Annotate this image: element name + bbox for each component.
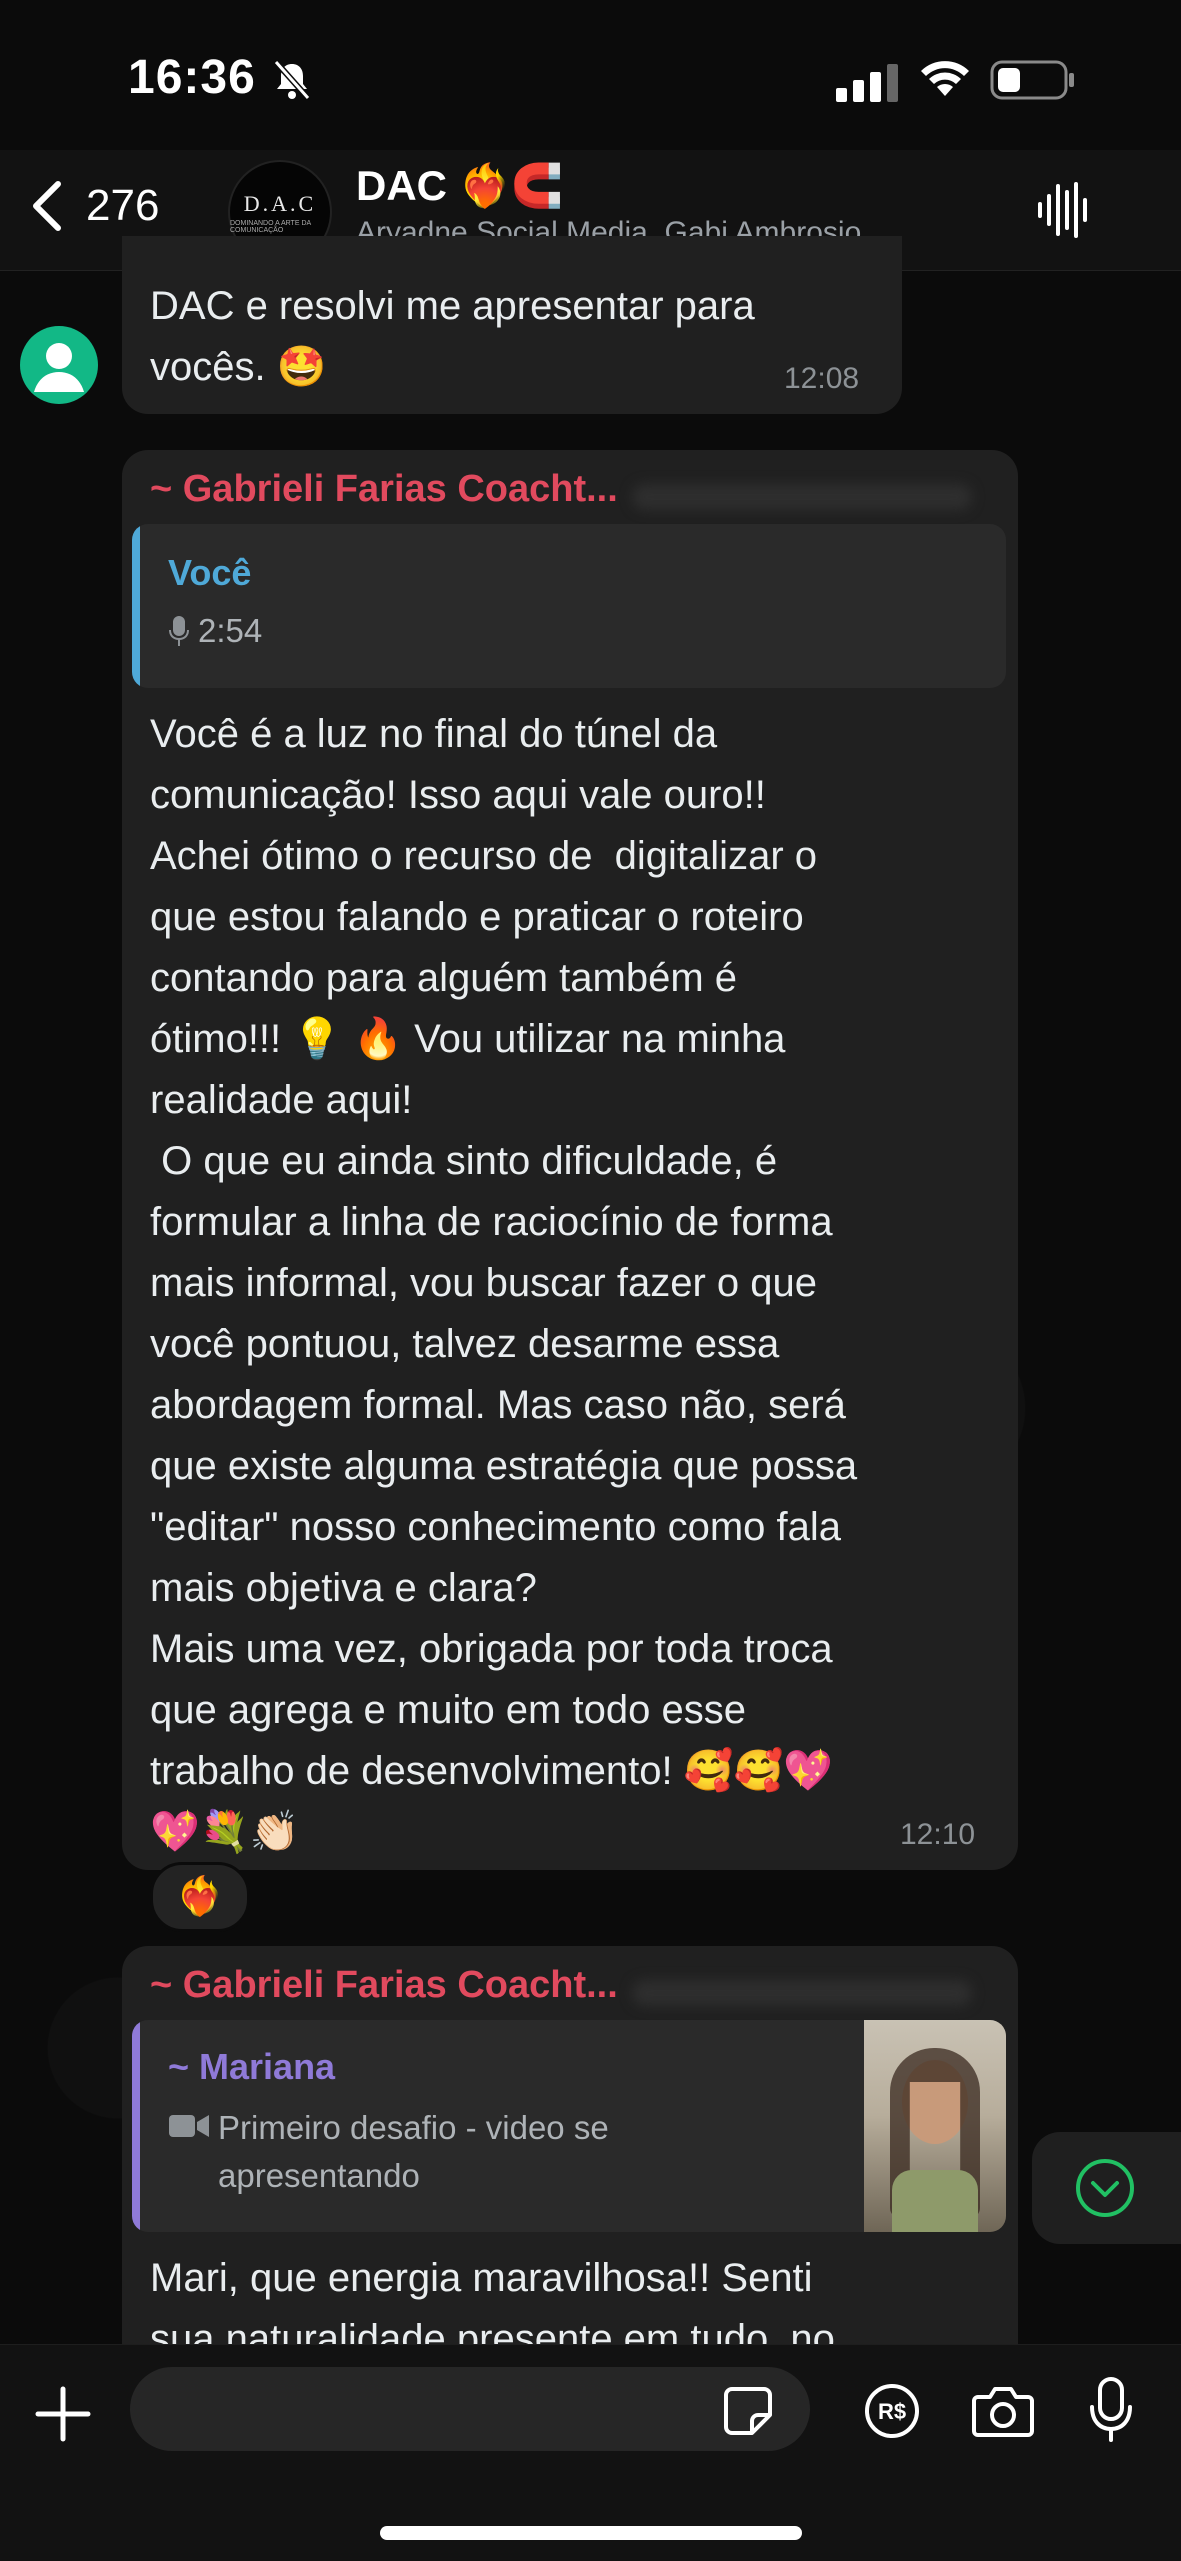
message-sender[interactable]: ~ Gabrieli Farias Coacht... [150, 1964, 618, 2006]
quote-caption: Primeiro desafio - video se apresentando [218, 2109, 609, 2194]
plus-icon[interactable] [34, 2385, 92, 2443]
quote-detail-row: Primeiro desafio - video se apresentando [168, 2104, 609, 2200]
quote-author: ~ Mariana [168, 2046, 336, 2087]
group-avatar-subtext: DOMINANDO A ARTE DA COMUNICAÇÃO [230, 219, 311, 234]
scroll-down-icon [1076, 2159, 1134, 2217]
sender-phone-blurred [631, 483, 972, 510]
group-avatar-logo-text: D.A.C [243, 190, 317, 216]
mic-small-icon [169, 616, 189, 646]
voice-chat-icon[interactable] [1036, 178, 1092, 242]
back-chevron-icon [33, 181, 61, 231]
quote-duration: 2:54 [198, 612, 263, 649]
mic-icon[interactable] [1088, 2377, 1134, 2443]
signal-icon [836, 64, 898, 102]
video-icon [169, 2115, 209, 2137]
home-indicator [380, 2526, 802, 2540]
quote-video-thumbnail [864, 2020, 1006, 2232]
message-bubble[interactable]: DAC e resolvi me apresentar para vocês. … [122, 236, 902, 414]
group-title[interactable]: DAC ❤️‍🔥🧲 [356, 162, 563, 211]
sender-phone-blurred [631, 1979, 972, 2006]
sticker-icon[interactable] [722, 2385, 774, 2437]
message-sender[interactable]: ~ Gabrieli Farias Coacht... [150, 468, 618, 510]
quote-author: Você [168, 552, 252, 593]
quoted-message[interactable]: ~ Mariana Primeiro desafio - video se ap… [132, 2020, 1006, 2232]
wifi-icon [921, 61, 969, 96]
message-time: 12:08 [784, 362, 860, 395]
sender-avatar[interactable] [20, 326, 98, 404]
message-text: Você é a luz no final do túnel da comuni… [150, 712, 858, 1854]
user-placeholder-icon [34, 343, 84, 392]
battery-icon [990, 60, 1074, 100]
quoted-message[interactable]: Você 2:54 [132, 524, 1006, 688]
message-input[interactable] [130, 2367, 810, 2451]
quote-accent-bar [132, 2020, 140, 2232]
message-reaction[interactable]: ❤️‍🔥 [150, 1862, 250, 1932]
quote-detail-row: 2:54 [168, 612, 262, 650]
message-sender-row: ~ Gabrieli Farias Coacht... [150, 1964, 972, 2007]
message-text: DAC e resolvi me apresentar para vocês. … [150, 284, 755, 389]
scroll-to-bottom-button[interactable] [1032, 2132, 1181, 2244]
back-button[interactable]: 276 [30, 178, 159, 234]
bell-mute-icon [273, 60, 311, 100]
unread-count: 276 [86, 181, 160, 230]
message-sender-row: ~ Gabrieli Farias Coacht... [150, 468, 972, 511]
svg-text:R$: R$ [878, 2399, 906, 2424]
message-bubble[interactable]: ~ Gabrieli Farias Coacht... Você 2:54 Vo… [122, 450, 1018, 1870]
camera-icon[interactable] [972, 2385, 1034, 2437]
payment-icon[interactable]: R$ [864, 2383, 920, 2439]
status-time: 16:36 [128, 51, 256, 104]
message-bubble[interactable]: ~ Gabrieli Farias Coacht... ~ Mariana Pr… [122, 1946, 1018, 2406]
status-bar: 16:36 [0, 0, 1181, 160]
quote-accent-bar [132, 524, 140, 688]
message-time: 12:10 [900, 1818, 976, 1851]
